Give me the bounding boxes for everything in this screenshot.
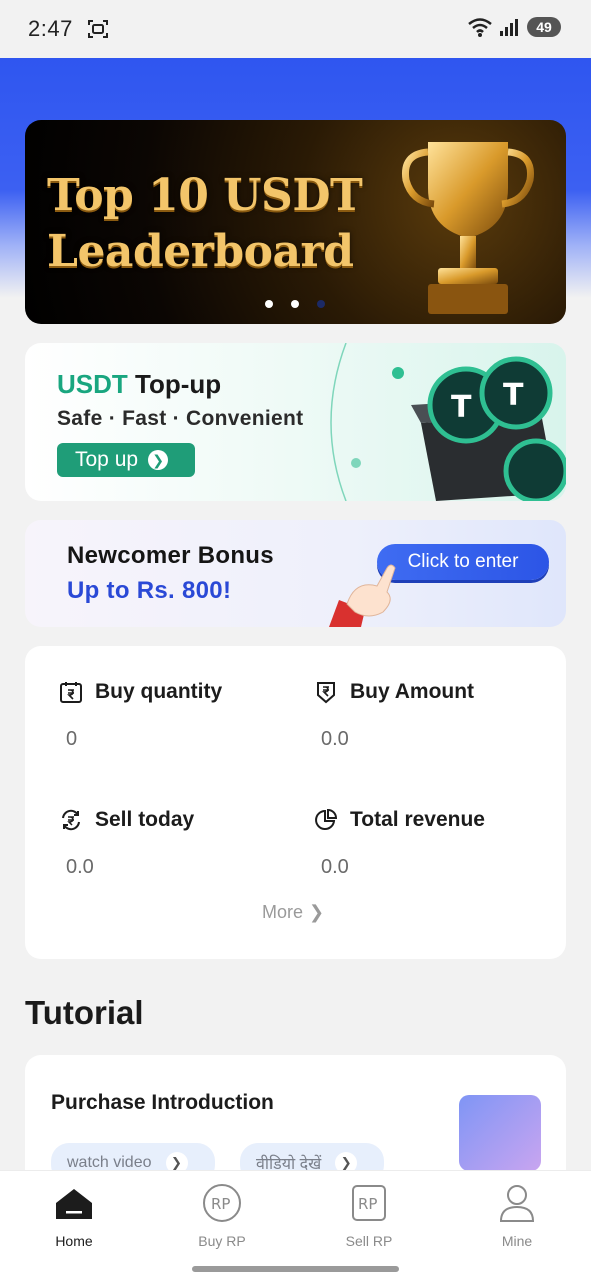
stat-label: Total revenue <box>350 808 485 831</box>
more-link[interactable]: More ❯ <box>262 902 324 923</box>
nav-buy-rp[interactable]: RP Buy RP <box>167 1183 277 1249</box>
wifi-icon <box>468 18 492 37</box>
more-label: More <box>262 902 304 922</box>
banner-pagination <box>265 300 325 308</box>
pagination-dot[interactable] <box>265 300 273 308</box>
nav-label: Mine <box>501 1233 533 1249</box>
topup-button[interactable]: Top up ❯ <box>57 443 195 477</box>
topup-button-label: Top up <box>75 448 139 471</box>
stat-label: Buy Amount <box>350 680 475 703</box>
banner-title: Top 10 USDT Leaderboard <box>47 168 363 280</box>
newcomer-bonus-card[interactable]: Newcomer Bonus Up to Rs. 800! Click to e… <box>25 520 566 627</box>
bottom-nav: Home RP Buy RP RP Sell RP Mine <box>0 1170 591 1280</box>
svg-text:RP: RP <box>211 1195 230 1213</box>
svg-text:RP: RP <box>358 1195 377 1213</box>
nav-home[interactable]: Home <box>19 1183 129 1249</box>
tutorial-card: Purchase Introduction watch video ❯ वीडि… <box>25 1055 566 1185</box>
signal-icon <box>500 19 518 36</box>
usdt-coins-box-icon: T T <box>330 343 566 501</box>
screenshot-icon <box>87 20 108 38</box>
stats-card: Buy quantity 0 Buy Amount 0.0 Sell today… <box>25 646 566 959</box>
status-indicators: 49 <box>467 16 561 38</box>
stat-value: 0.0 <box>321 856 349 878</box>
bonus-subtitle: Up to Rs. 800! <box>67 577 232 604</box>
status-bar: 2:47 49 <box>0 0 591 58</box>
stat-total-revenue: Total revenue 0.0 <box>314 808 485 879</box>
nav-sell-rp[interactable]: RP Sell RP <box>314 1183 424 1249</box>
stat-value: 0.0 <box>321 728 349 750</box>
nav-mine[interactable]: Mine <box>462 1183 572 1249</box>
banner-title-line1: Top 10 USDT <box>47 170 363 221</box>
stat-buy-amount: Buy Amount 0.0 <box>314 680 474 751</box>
tutorial-card-title: Purchase Introduction <box>51 1091 274 1114</box>
rp-coin-icon: RP <box>203 1184 241 1222</box>
home-icon <box>56 1189 92 1219</box>
pagination-dot[interactable] <box>291 300 299 308</box>
arrow-right-icon: ❯ <box>148 450 169 470</box>
topup-title-rest: Top-up <box>135 369 222 399</box>
pie-chart-icon <box>315 808 338 830</box>
nav-label: Sell RP <box>345 1233 393 1249</box>
battery-indicator: 49 <box>527 17 561 37</box>
chevron-right-icon: ❯ <box>309 902 325 922</box>
stat-label: Buy quantity <box>95 680 223 703</box>
topup-subtitle: Safe · Fast · Convenient <box>57 407 304 430</box>
phone-illustration-icon <box>459 1095 541 1171</box>
svg-text:T: T <box>503 378 524 413</box>
topup-title: USDT Top-up <box>57 369 221 400</box>
trophy-icon <box>401 142 535 314</box>
person-icon <box>499 1185 535 1222</box>
home-indicator[interactable] <box>192 1266 399 1272</box>
stat-sell-today: Sell today 0.0 <box>59 808 194 879</box>
nav-label: Home <box>55 1233 93 1249</box>
exchange-rupee-icon <box>62 809 80 831</box>
usdt-topup-card[interactable]: USDT Top-up Safe · Fast · Convenient Top… <box>25 343 566 501</box>
stat-value: 0.0 <box>66 856 94 878</box>
status-time: 2:47 <box>28 16 73 41</box>
rp-card-icon: RP <box>352 1185 386 1221</box>
stat-value: 0 <box>66 728 78 750</box>
stat-label: Sell today <box>95 808 195 831</box>
leaderboard-banner[interactable]: Top 10 USDT Leaderboard <box>25 120 566 324</box>
pagination-dot[interactable] <box>317 300 325 308</box>
topup-title-accent: USDT <box>57 369 128 399</box>
nav-label: Buy RP <box>198 1233 246 1249</box>
banner-title-line2: Leaderboard <box>47 226 354 277</box>
tutorial-heading: Tutorial <box>25 994 144 1031</box>
svg-text:T: T <box>451 390 472 425</box>
rupee-shield-icon <box>317 682 335 704</box>
stat-buy-quantity: Buy quantity 0 <box>59 680 222 751</box>
pointing-hand-icon <box>329 564 396 627</box>
calendar-rupee-icon <box>60 682 82 703</box>
bonus-title: Newcomer Bonus <box>67 542 274 569</box>
